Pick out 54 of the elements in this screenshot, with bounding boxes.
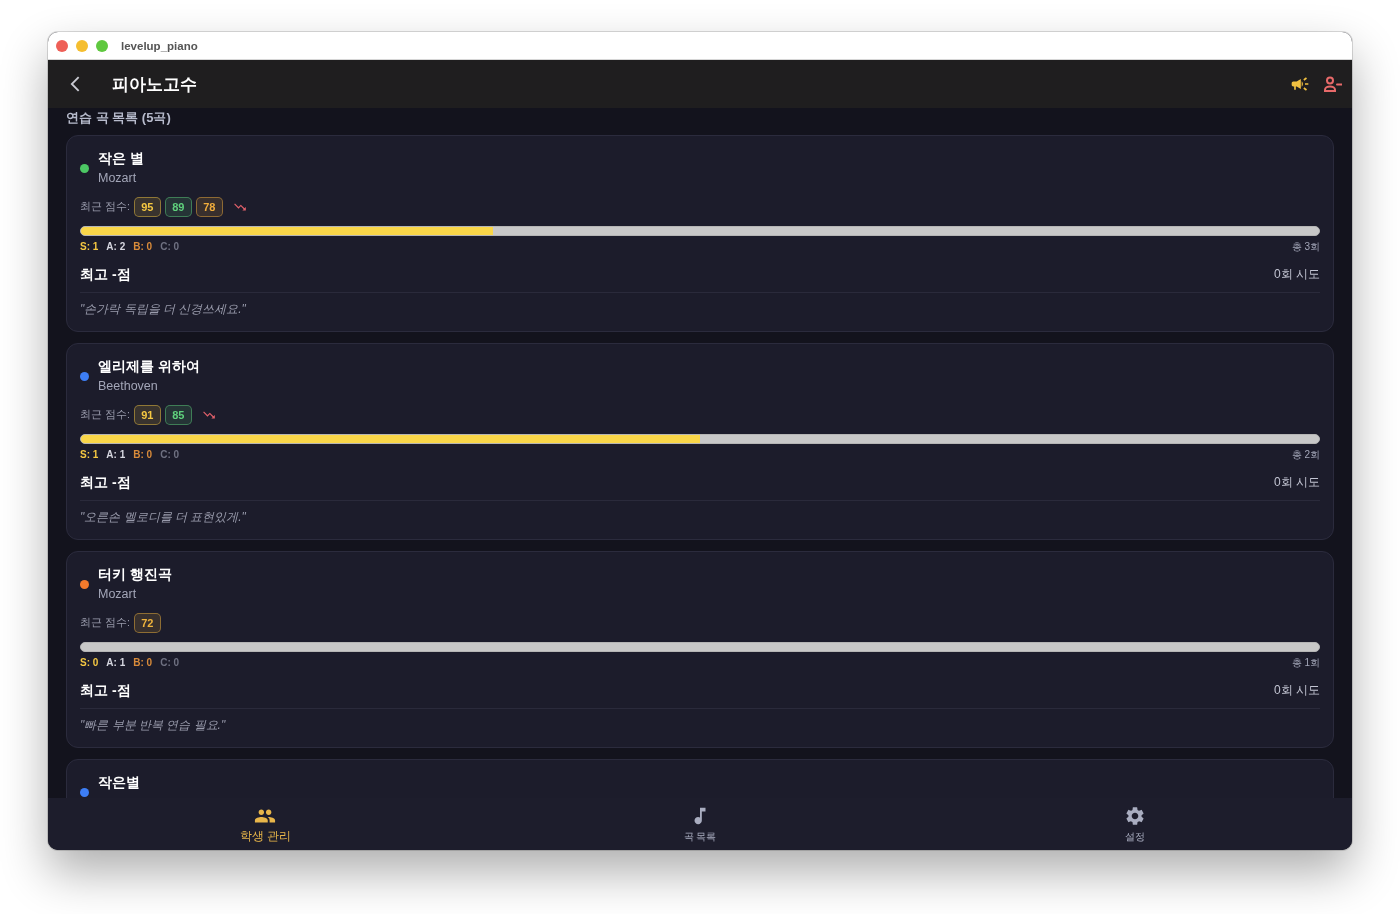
nav-tab[interactable]: 곡 목록 bbox=[679, 798, 721, 844]
grade-count: S: 0 bbox=[80, 657, 99, 669]
grade-count: S: 1 bbox=[80, 449, 99, 461]
grade-count: A: 2 bbox=[106, 241, 126, 253]
grade-count: C: 0 bbox=[160, 241, 180, 253]
total-count: 총 2회 bbox=[1291, 449, 1320, 461]
total-count: 총 3회 bbox=[1291, 241, 1320, 253]
best-score: 최고 -점 bbox=[80, 681, 131, 699]
app-title: 피아노고수 bbox=[112, 73, 197, 96]
score-badge: 95 bbox=[133, 197, 161, 217]
close-icon[interactable] bbox=[56, 39, 68, 52]
grade-count: B: 0 bbox=[133, 449, 153, 461]
score-badge: 89 bbox=[164, 197, 192, 217]
score-badge: 91 bbox=[133, 405, 161, 425]
window-title: levelup_piano bbox=[121, 39, 198, 52]
song-card[interactable]: 엘리제를 위하여 Beethoven 최근 점수: 91 85 S: 1 A: 1 B: 0 C: 0 총 2회 최고 -점 0회 시도 "오른손 멜로디를 더 표현있게." bbox=[66, 343, 1334, 540]
nav-tab[interactable]: 설정 bbox=[1119, 798, 1150, 844]
grade-count: A: 1 bbox=[106, 449, 126, 461]
song-card[interactable]: 작은 별 Mozart 최근 점수: 95 89 78 S: 1 A: 2 B: 0 C: 0 총 3회 최고 -점 0회 시도 "손가락 독립을 더 신경쓰세요." bbox=[66, 135, 1334, 332]
teacher-comment: "손가락 독립을 더 신경쓰세요." bbox=[80, 301, 247, 317]
section-title: 연습 곡 목록 (5곡) bbox=[66, 109, 172, 127]
song-title: 작은 별 bbox=[98, 149, 144, 167]
composer-name: Mozart bbox=[98, 170, 138, 187]
grade-count: B: 0 bbox=[133, 241, 153, 253]
attempt-count: 0회 시도 bbox=[1274, 266, 1320, 283]
teacher-comment: "빠른 부분 반복 연습 필요." bbox=[80, 717, 227, 733]
grade-count: C: 0 bbox=[160, 657, 180, 669]
song-title: 엘리제를 위하여 bbox=[98, 357, 200, 375]
attempt-count: 0회 시도 bbox=[1274, 474, 1320, 491]
grade-count: B: 0 bbox=[133, 657, 153, 669]
attempt-count: 0회 시도 bbox=[1274, 682, 1320, 699]
best-score: 최고 -점 bbox=[80, 473, 131, 491]
recent-scores-label: 최근 점수: bbox=[80, 408, 130, 422]
teacher-comment: "오른손 멜로디를 더 표현있게." bbox=[80, 509, 247, 525]
best-score: 최고 -점 bbox=[80, 265, 131, 283]
recent-scores-label: 최근 점수: bbox=[80, 616, 130, 630]
grade-count: A: 1 bbox=[106, 657, 126, 669]
recent-scores-label: 최근 점수: bbox=[80, 200, 130, 214]
song-card[interactable]: 터키 행진곡 Mozart 최근 점수: 72 S: 0 A: 1 B: 0 C: 0 총 1회 최고 -점 0회 시도 "빠른 부분 반복 연습 필요." bbox=[66, 551, 1334, 748]
composer-name: Mozart bbox=[98, 586, 138, 603]
composer-name: Beethoven bbox=[98, 378, 159, 395]
grade-count: C: 0 bbox=[160, 449, 180, 461]
song-card[interactable]: 작은별 bbox=[66, 759, 1334, 798]
person-minus-icon bbox=[1324, 76, 1342, 92]
grade-count: S: 1 bbox=[80, 241, 99, 253]
song-title: 터키 행진곡 bbox=[98, 565, 172, 583]
total-count: 총 1회 bbox=[1291, 657, 1320, 669]
score-badge: 78 bbox=[195, 197, 223, 217]
score-badge: 85 bbox=[164, 405, 192, 425]
settings-icon bbox=[1123, 805, 1146, 827]
song-title: 작은별 bbox=[98, 773, 140, 791]
score-badge: 72 bbox=[133, 613, 161, 633]
nav-tab[interactable]: 학생 관리 bbox=[235, 798, 295, 844]
remove-student-button[interactable] bbox=[1324, 76, 1342, 92]
